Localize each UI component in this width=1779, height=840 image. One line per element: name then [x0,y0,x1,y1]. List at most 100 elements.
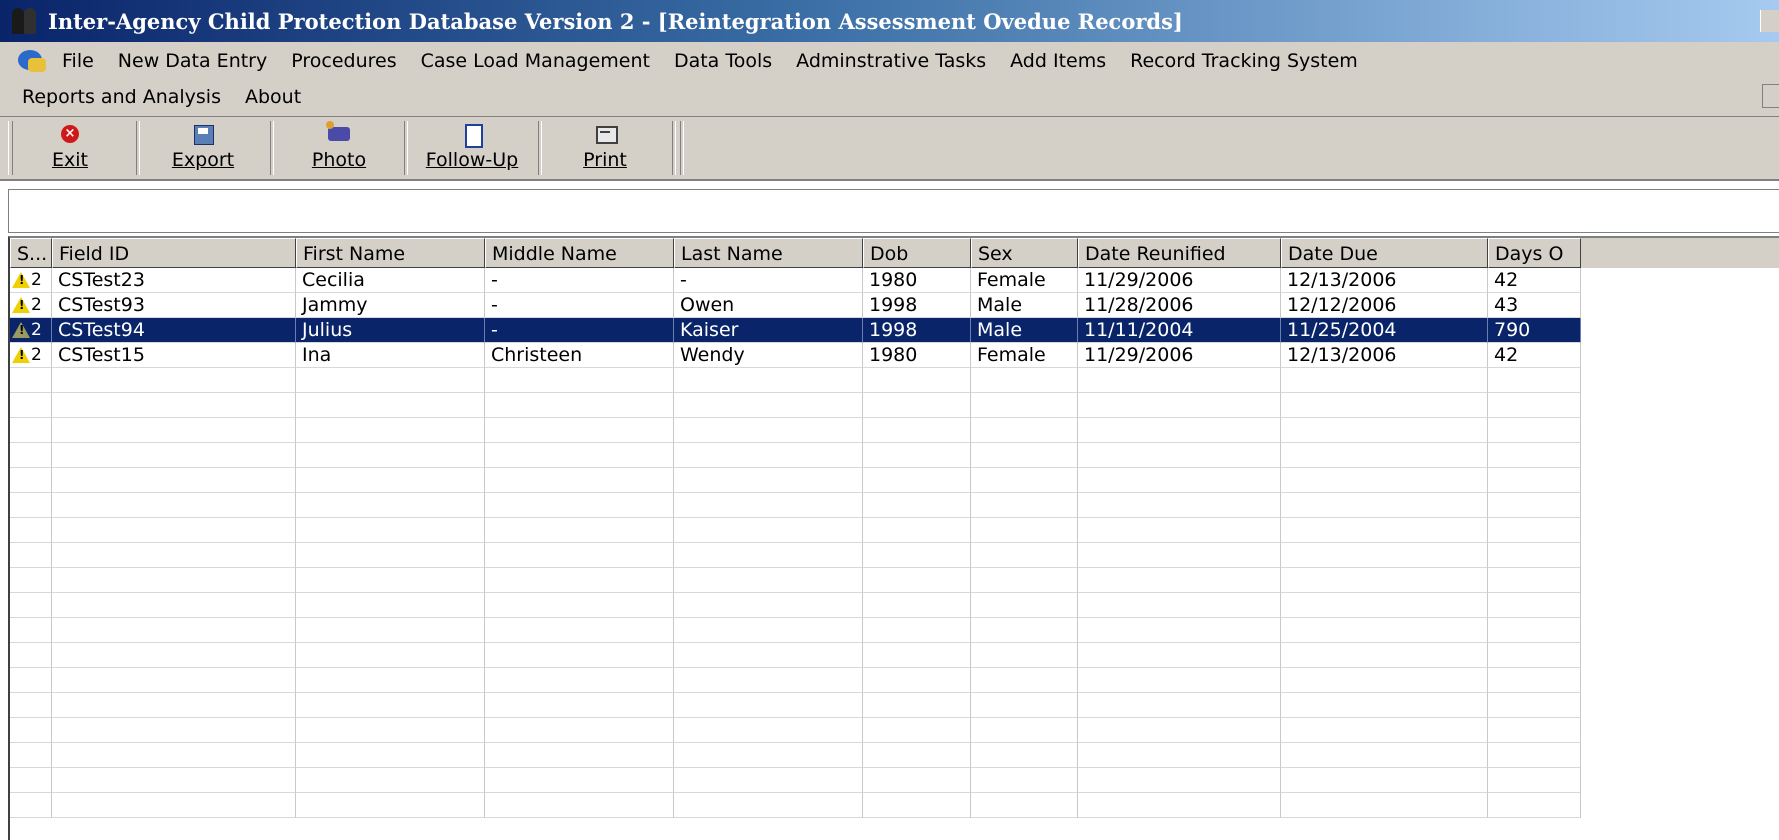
records-grid[interactable]: S... Field ID First Name Middle Name Las… [8,236,1779,840]
warning-icon: ! [12,347,30,363]
sex-cell: Male [971,318,1078,343]
photo-button[interactable]: Photo [296,119,382,175]
first-name-cell: Cecilia [296,268,485,293]
empty-cell [52,443,296,468]
empty-cell [863,418,971,443]
menu-case-load-management[interactable]: Case Load Management [409,50,662,72]
field-id-cell: CSTest23 [52,268,296,293]
empty-cell [1281,743,1488,768]
export-button[interactable]: Export [160,119,246,175]
menu-add-items[interactable]: Add Items [998,50,1118,72]
empty-cell [1488,393,1581,418]
table-row[interactable]: ! 2 CSTest15 Ina Christeen Wendy 1980 Fem… [10,343,1779,368]
dob-cell: 1998 [863,293,971,318]
menu-row-2: Reports and Analysis About [0,79,313,115]
empty-cell [10,593,52,618]
empty-cell [1078,543,1281,568]
table-row[interactable]: ! 2 CSTest93 Jammy - Owen 1998 Male 11/28… [10,293,1779,318]
field-id-cell: CSTest94 [52,318,296,343]
column-header-field-id[interactable]: Field ID [52,238,296,268]
menu-reports-and-analysis[interactable]: Reports and Analysis [0,86,233,108]
empty-cell [52,568,296,593]
last-name-cell: Wendy [674,343,863,368]
menu-new-data-entry[interactable]: New Data Entry [106,50,279,72]
empty-table-row [10,393,1779,418]
grid-header: S... Field ID First Name Middle Name Las… [10,238,1779,268]
empty-cell [971,443,1078,468]
empty-cell [10,743,52,768]
follow-up-button[interactable]: Follow-Up [416,119,528,175]
empty-cell [1078,793,1281,818]
empty-cell [1488,793,1581,818]
column-header-days-overdue[interactable]: Days O [1488,238,1581,268]
exit-button[interactable]: × Exit [30,119,110,175]
print-label: Print [583,149,627,171]
menu-administrative-tasks[interactable]: Adminstrative Tasks [784,50,998,72]
empty-cell [296,668,485,693]
mdi-control-button[interactable] [1762,84,1779,108]
empty-cell [296,718,485,743]
print-button[interactable]: Print [560,119,650,175]
empty-cell [674,768,863,793]
empty-cell [863,743,971,768]
date-due-cell: 12/13/2006 [1281,268,1488,293]
empty-cell [1281,668,1488,693]
empty-cell [674,568,863,593]
menu-record-tracking-system[interactable]: Record Tracking System [1118,50,1370,72]
empty-cell [52,618,296,643]
column-header-date-due[interactable]: Date Due [1281,238,1488,268]
empty-cell [1078,743,1281,768]
filter-bar[interactable] [8,189,1779,234]
menu-file[interactable]: File [50,50,106,72]
menu-about[interactable]: About [233,86,313,108]
floppy-disk-icon [190,123,216,147]
empty-cell [10,368,52,393]
status-cell: ! 2 [10,343,52,368]
globe-app-icon[interactable] [14,46,50,76]
column-header-first-name[interactable]: First Name [296,238,485,268]
table-row[interactable]: ! 2 CSTest23 Cecilia - - 1980 Female 11/2… [10,268,1779,293]
empty-cell [1281,643,1488,668]
empty-cell [52,543,296,568]
empty-cell [674,718,863,743]
empty-cell [1281,593,1488,618]
column-header-dob[interactable]: Dob [863,238,971,268]
empty-cell [1078,493,1281,518]
empty-cell [10,418,52,443]
empty-cell [1078,468,1281,493]
empty-cell [674,543,863,568]
empty-cell [1488,543,1581,568]
menu-data-tools[interactable]: Data Tools [662,50,784,72]
empty-cell [1078,643,1281,668]
empty-cell [1078,718,1281,743]
empty-cell [485,593,674,618]
empty-cell [863,368,971,393]
toolbar-separator [404,121,408,175]
empty-table-row [10,618,1779,643]
empty-cell [52,643,296,668]
empty-table-row [10,518,1779,543]
window-control-button[interactable] [1760,10,1779,32]
empty-cell [296,418,485,443]
column-header-sex[interactable]: Sex [971,238,1078,268]
empty-table-row [10,668,1779,693]
column-header-middle-name[interactable]: Middle Name [485,238,674,268]
column-header-date-reunified[interactable]: Date Reunified [1078,238,1281,268]
empty-cell [1078,393,1281,418]
empty-cell [485,743,674,768]
empty-cell [863,543,971,568]
empty-cell [971,618,1078,643]
column-header-status[interactable]: S... [10,238,52,268]
export-label: Export [171,149,235,171]
menu-procedures[interactable]: Procedures [279,50,408,72]
empty-cell [1078,618,1281,643]
table-row-selected[interactable]: ! 2 CSTest94 Julius - Kaiser 1998 Male 11… [10,318,1779,343]
middle-name-cell: Christeen [485,343,674,368]
column-header-last-name[interactable]: Last Name [674,238,863,268]
empty-cell [971,393,1078,418]
empty-cell [485,568,674,593]
empty-cell [971,743,1078,768]
empty-cell [296,643,485,668]
empty-cell [674,693,863,718]
filter-input[interactable] [9,190,1779,234]
